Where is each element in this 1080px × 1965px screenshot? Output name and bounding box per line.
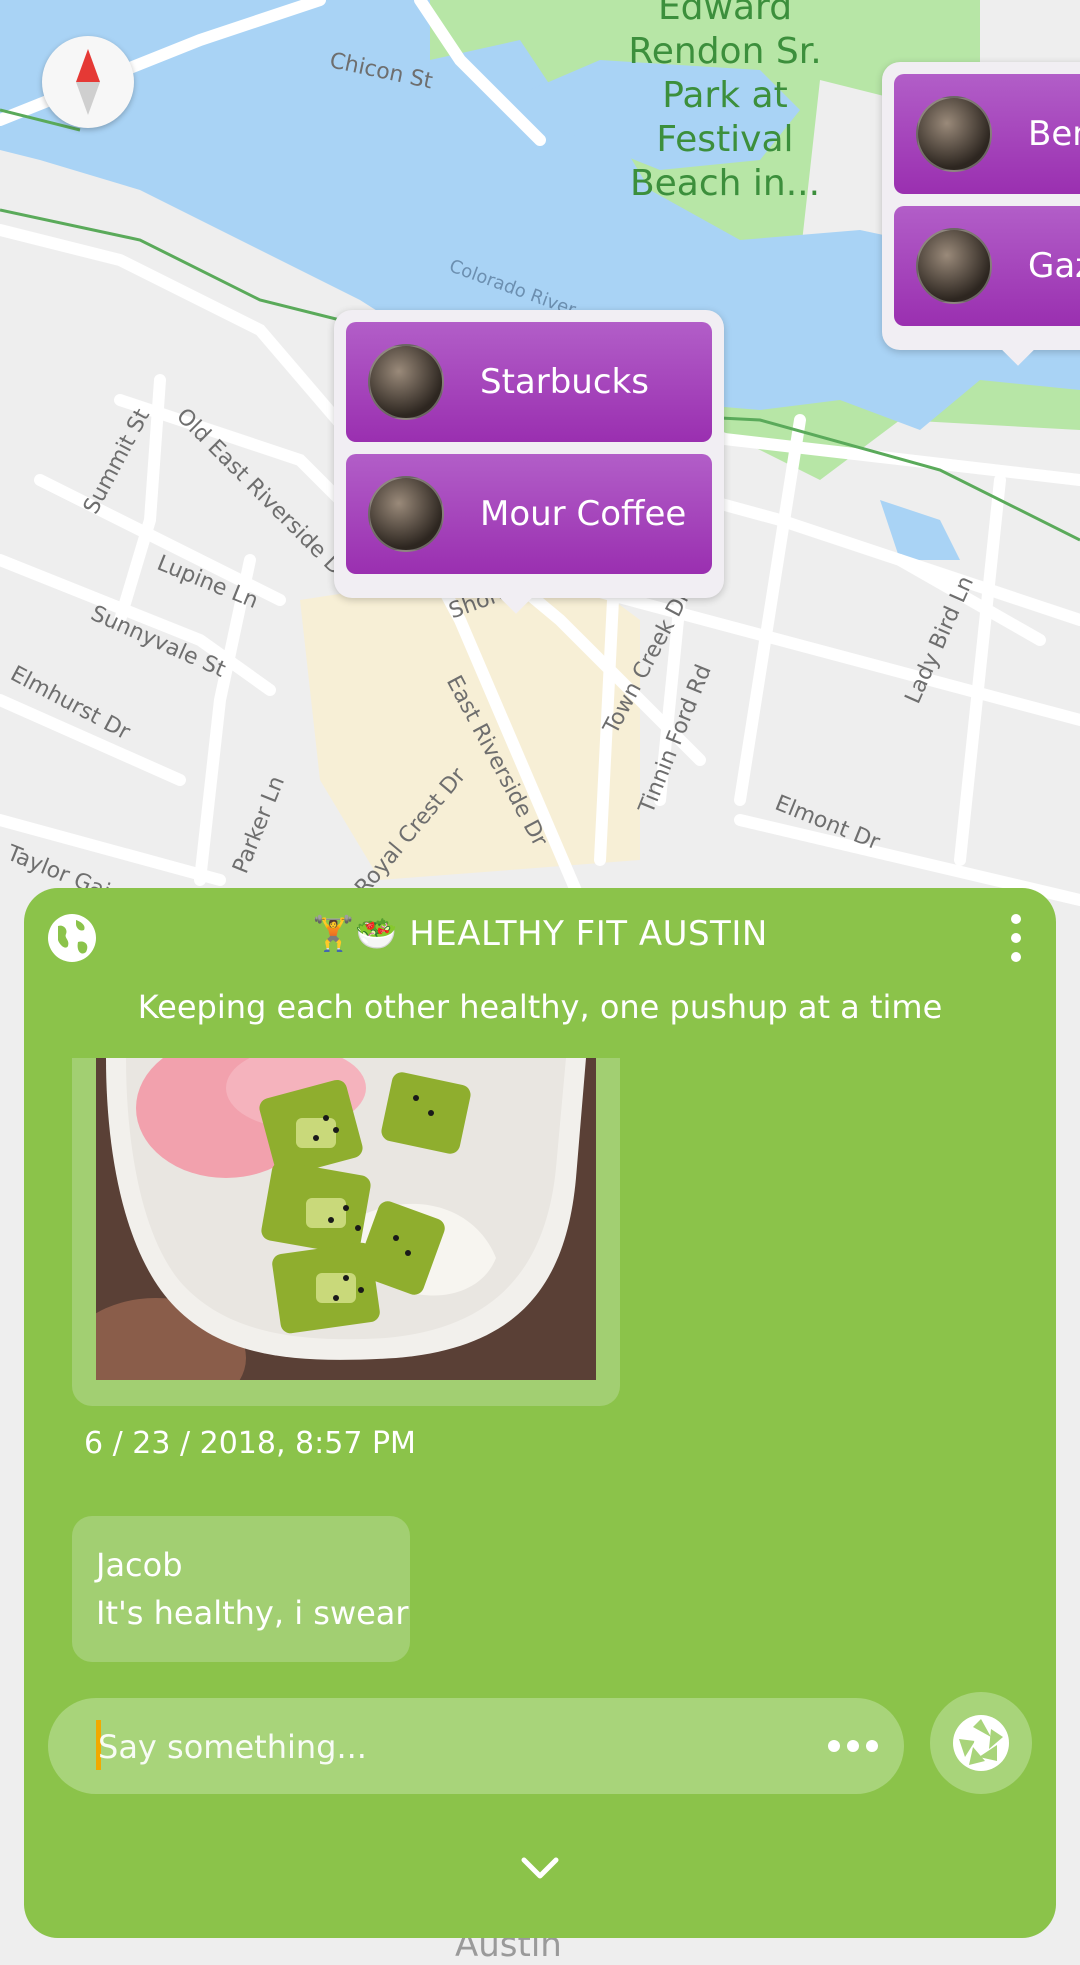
place-name: Mour Coffee	[480, 494, 687, 534]
camera-button[interactable]	[930, 1692, 1032, 1794]
place-thumbnail	[368, 476, 444, 552]
place-button-mour-coffee[interactable]: Mour Coffee	[346, 454, 712, 574]
group-emoji: 🏋️🥗	[312, 914, 398, 954]
place-button-ben[interactable]: Ben	[894, 74, 1080, 194]
group-title-text: HEALTHY FIT AUSTIN	[409, 914, 768, 954]
place-thumbnail	[368, 344, 444, 420]
horizontal-dots-icon[interactable]	[828, 1732, 878, 1760]
place-name: Ben	[1028, 114, 1080, 154]
place-name: Starbucks	[480, 362, 649, 402]
photo-message[interactable]	[72, 1058, 620, 1406]
place-name: Gaz	[1028, 246, 1080, 286]
group-title: 🏋️🥗 HEALTHY FIT AUSTIN	[24, 914, 1056, 954]
chat-message-bubble[interactable]: Jacob It's healthy, i swear	[72, 1516, 410, 1662]
place-cluster-callout: Starbucks Mour Coffee	[334, 310, 724, 614]
chevron-down-icon[interactable]	[516, 1848, 564, 1888]
vertical-dots-menu-icon[interactable]	[1006, 914, 1026, 962]
compass-button[interactable]	[42, 36, 134, 128]
message-author: Jacob	[96, 1546, 183, 1584]
message-input-bar	[48, 1698, 904, 1794]
message-timestamp: 6 / 23 / 2018, 8:57 PM	[84, 1426, 416, 1461]
frozen-yogurt-photo[interactable]	[96, 1058, 596, 1380]
place-button-starbucks[interactable]: Starbucks	[346, 322, 712, 442]
group-subtitle: Keeping each other healthy, one pushup a…	[137, 988, 943, 1026]
place-button-gaz[interactable]: Gaz	[894, 206, 1080, 326]
compass-needle-icon	[76, 49, 100, 115]
place-cluster-callout: Ben Gaz	[882, 62, 1080, 366]
place-thumbnail	[916, 228, 992, 304]
group-chat-panel: 🏋️🥗 HEALTHY FIT AUSTIN Keeping each othe…	[24, 888, 1056, 1938]
panel-header: 🏋️🥗 HEALTHY FIT AUSTIN Keeping each othe…	[24, 888, 1056, 1068]
message-text: It's healthy, i swear	[96, 1594, 409, 1632]
park-label: Edward Rendon Sr. Park at Festival Beach…	[628, 0, 822, 204]
camera-shutter-icon	[953, 1715, 1009, 1771]
message-input[interactable]	[96, 1716, 780, 1778]
place-thumbnail	[916, 96, 992, 172]
